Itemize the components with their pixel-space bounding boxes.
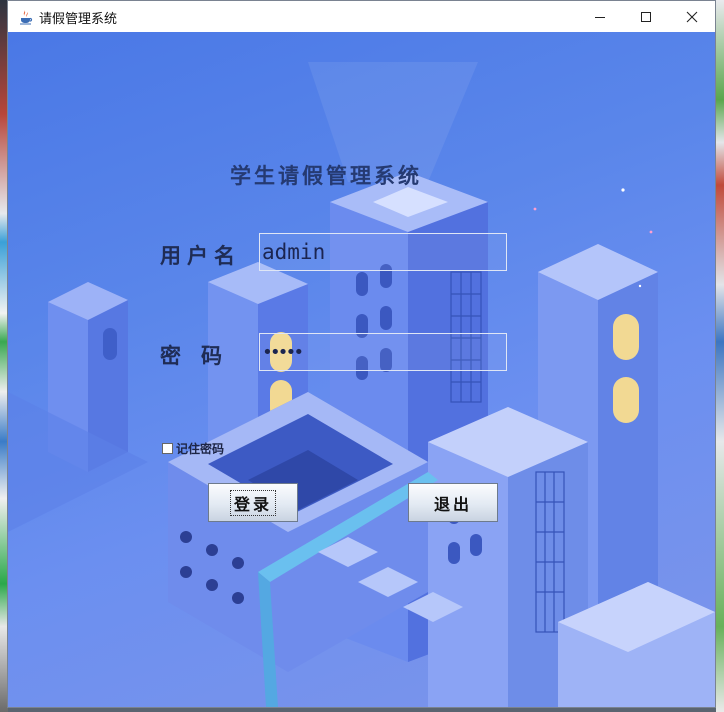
minimize-icon	[595, 16, 605, 18]
login-button[interactable]: 登录	[208, 483, 298, 522]
login-button-label: 登录	[229, 489, 276, 516]
remember-password-label: 记住密码	[176, 442, 225, 456]
title-bar[interactable]: 请假管理系统	[8, 1, 715, 32]
login-panel: 学生请假管理系统 用户名 密码 记住密码 登录 退出	[8, 32, 715, 707]
remember-password-checkbox[interactable]	[162, 443, 173, 454]
app-heading: 学生请假管理系统	[230, 163, 422, 188]
maximize-button[interactable]	[623, 1, 669, 32]
desktop-background-right	[716, 0, 724, 712]
window-title: 请假管理系统	[39, 12, 118, 27]
maximize-icon	[641, 11, 651, 22]
remember-password-option[interactable]: 记住密码	[162, 440, 224, 457]
minimize-button[interactable]	[577, 1, 623, 32]
password-input[interactable]	[259, 333, 507, 371]
username-input[interactable]	[259, 233, 507, 271]
app-window: 请假管理系统 学生请假管理系统 用户名 admin 密码 ••••• 记住密码 …	[7, 0, 716, 708]
close-icon	[686, 11, 698, 22]
exit-button[interactable]: 退出	[408, 483, 498, 522]
java-app-icon	[20, 10, 33, 25]
exit-button-label: 退出	[433, 494, 472, 514]
password-label: 密码	[160, 343, 242, 368]
close-button[interactable]	[669, 1, 715, 32]
username-label: 用户名	[160, 243, 241, 268]
